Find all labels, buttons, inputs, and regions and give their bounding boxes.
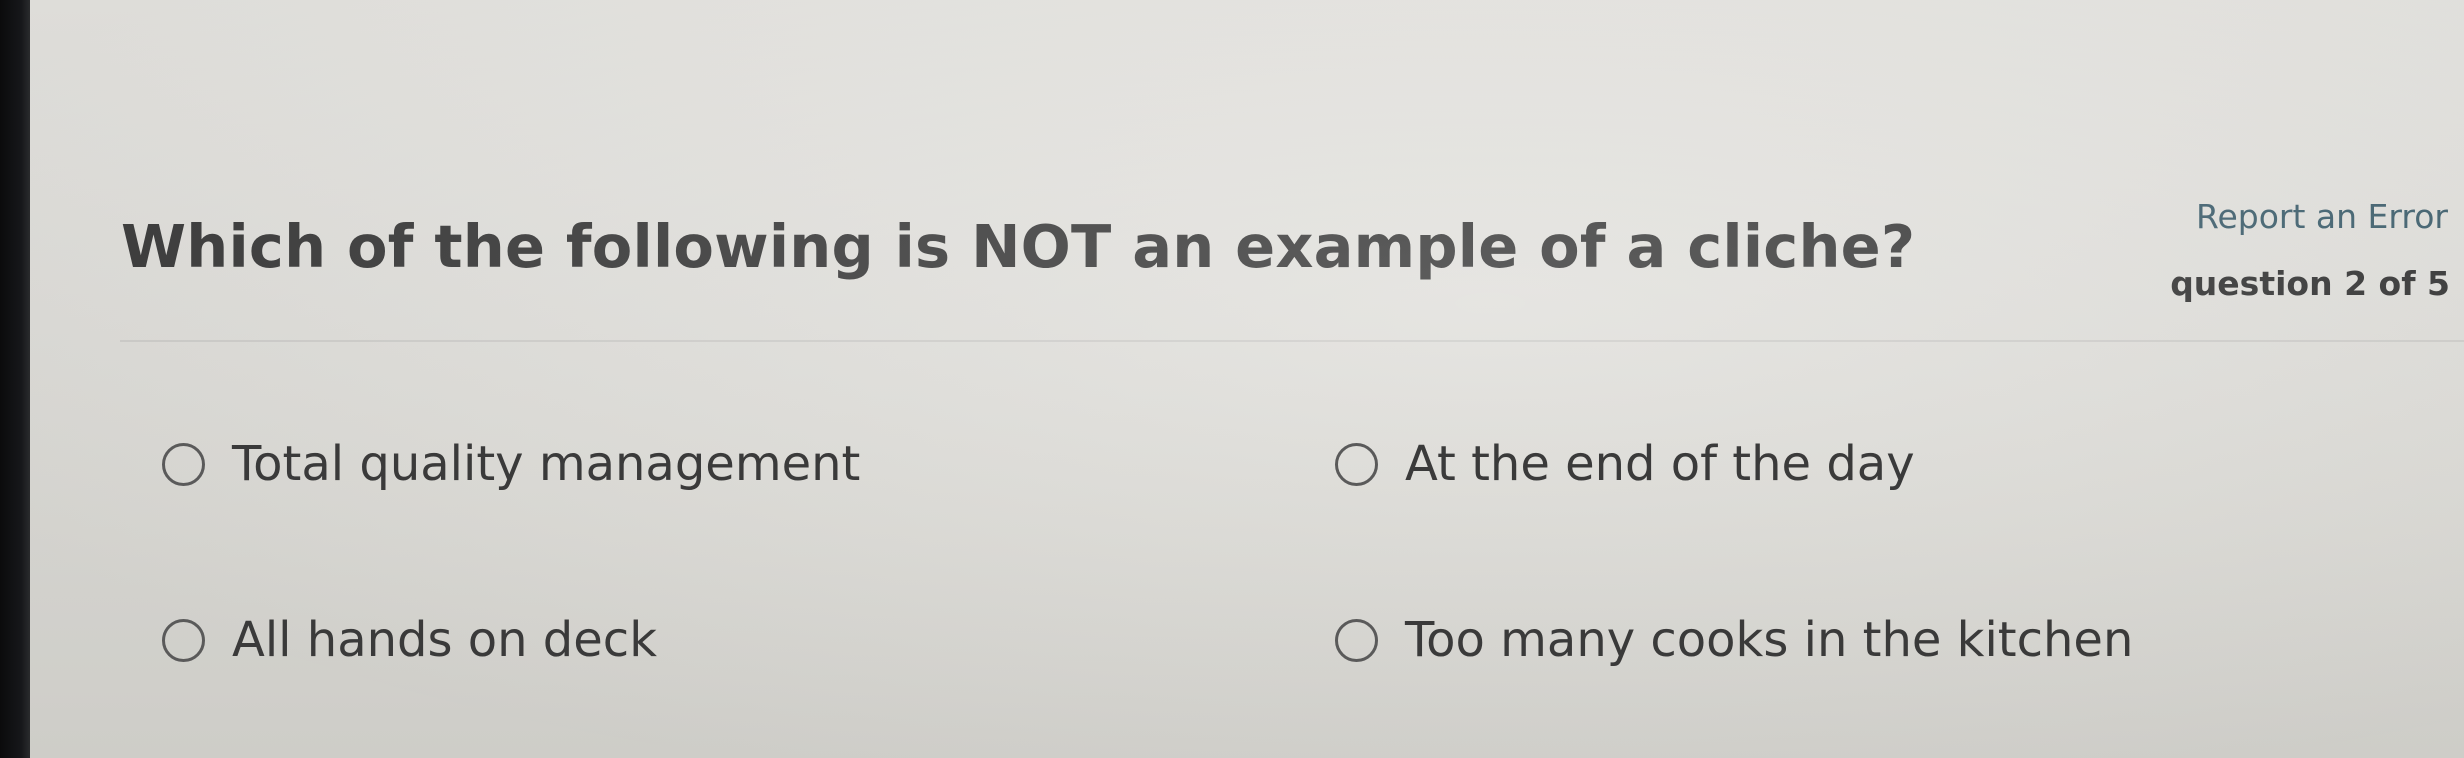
radio-unchecked-icon[interactable] <box>1335 442 1378 486</box>
answer-option-total-quality-management[interactable]: Total quality management <box>162 436 860 492</box>
monitor-bezel <box>0 0 30 758</box>
report-error-link[interactable]: Report an Error <box>2196 197 2448 236</box>
answer-option-label: Total quality management <box>232 436 861 492</box>
radio-unchecked-icon[interactable] <box>162 618 205 662</box>
question-text: Which of the following is NOT an example… <box>121 212 1916 281</box>
answer-option-label: At the end of the day <box>1405 436 1915 492</box>
radio-unchecked-icon[interactable] <box>162 442 205 486</box>
divider <box>120 340 2464 342</box>
answer-option-all-hands-on-deck[interactable]: All hands on deck <box>162 612 657 668</box>
answer-option-too-many-cooks[interactable]: Too many cooks in the kitchen <box>1335 612 2133 668</box>
answer-option-at-the-end-of-the-day[interactable]: At the end of the day <box>1335 436 1915 492</box>
answer-option-label: All hands on deck <box>232 612 657 668</box>
answer-option-label: Too many cooks in the kitchen <box>1405 612 2134 668</box>
question-progress: question 2 of 5 <box>2170 264 2450 303</box>
radio-unchecked-icon[interactable] <box>1335 618 1378 662</box>
